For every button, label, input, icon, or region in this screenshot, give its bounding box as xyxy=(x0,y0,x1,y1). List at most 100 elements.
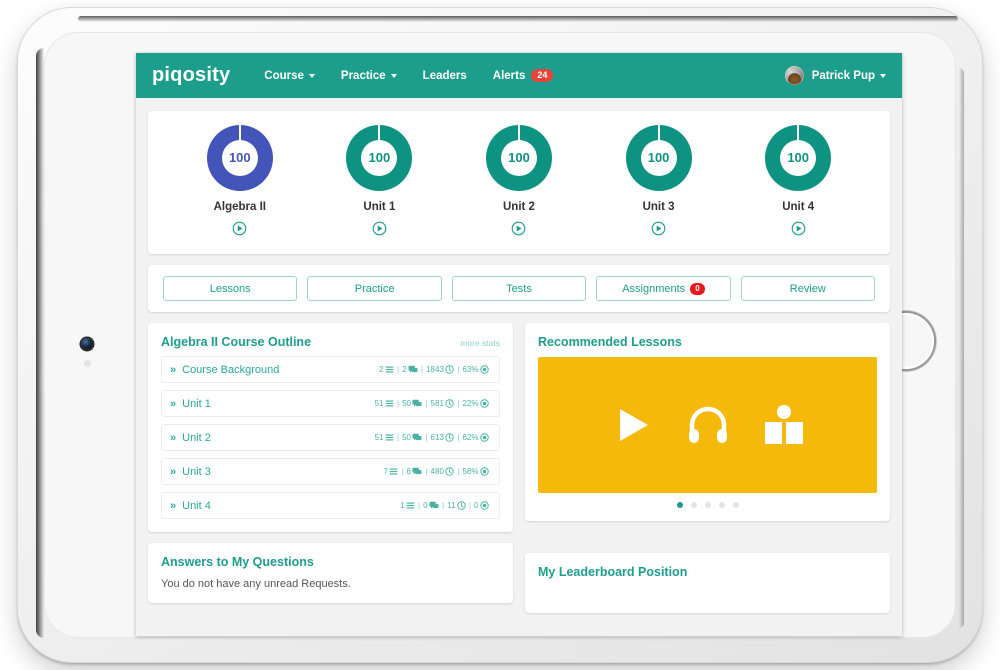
chevron-down-icon xyxy=(309,74,315,78)
bezel-highlight-right xyxy=(959,68,964,628)
carousel-dot[interactable] xyxy=(691,502,697,508)
donut-gap xyxy=(518,125,520,141)
progress-donut-2[interactable]: 100 Unit 2 xyxy=(467,125,571,241)
answers-to-my-questions-panel: Answers to My Questions You do not have … xyxy=(148,543,513,603)
progress-donut-3[interactable]: 100 Unit 3 xyxy=(607,125,711,241)
my-leaderboard-position-panel: My Leaderboard Position xyxy=(525,553,890,613)
outline-row[interactable]: »Unit 251|50|613|62% xyxy=(161,424,500,451)
chat-bubble-icon xyxy=(412,467,422,476)
outline-row-label: Unit 1 xyxy=(182,398,211,410)
nav-leaders[interactable]: Leaders xyxy=(423,70,467,82)
nav-alerts-label: Alerts xyxy=(493,70,526,82)
progress-donut-4[interactable]: 100 Unit 4 xyxy=(746,125,850,241)
chevron-double-right-icon: » xyxy=(170,364,175,376)
tab-review-label: Review xyxy=(790,283,826,295)
tab-practice[interactable]: Practice xyxy=(307,276,441,301)
donut-value: 100 xyxy=(641,140,677,176)
stat-questions-count: 50 xyxy=(402,399,411,408)
headphones-icon xyxy=(684,401,732,449)
outline-row-label: Unit 2 xyxy=(182,432,211,444)
donut-chart: 100 xyxy=(346,125,412,191)
bezel-highlight-top xyxy=(78,16,958,22)
stat-time-value: 480 xyxy=(431,467,444,476)
outline-row-left: »Unit 1 xyxy=(170,398,211,410)
outline-row-left: »Unit 2 xyxy=(170,432,211,444)
chevron-double-right-icon: » xyxy=(170,500,175,512)
user-menu[interactable]: Patrick Pup xyxy=(785,66,886,85)
donut-chart: 100 xyxy=(486,125,552,191)
stat-time-value: 11 xyxy=(447,501,455,510)
user-avatar-icon xyxy=(785,66,804,85)
stat-time-value: 613 xyxy=(431,433,444,442)
target-icon xyxy=(480,399,489,408)
outline-row[interactable]: »Unit 37|6|480|58% xyxy=(161,458,500,485)
stat-lessons-count: 51 xyxy=(375,399,384,408)
tab-lessons[interactable]: Lessons xyxy=(163,276,297,301)
carousel-dot[interactable] xyxy=(733,502,739,508)
play-circle-icon[interactable] xyxy=(791,221,806,236)
donut-label: Unit 4 xyxy=(746,201,850,213)
play-circle-icon[interactable] xyxy=(372,221,387,236)
stat-mastery-value: 58% xyxy=(462,467,478,476)
outline-row-stats: 2|2|1843|63% xyxy=(379,365,489,374)
alerts-count-badge: 24 xyxy=(531,69,553,82)
clock-icon xyxy=(445,433,454,442)
play-circle-icon[interactable] xyxy=(232,221,247,236)
nav-course[interactable]: Course xyxy=(264,70,315,82)
stat-mastery-value: 0 xyxy=(474,501,478,510)
donut-chart: 100 xyxy=(765,125,831,191)
section-tab-row: Lessons Practice Tests Assignments0 Review xyxy=(148,265,890,312)
stat-questions-count: 2 xyxy=(402,365,406,374)
tab-tests[interactable]: Tests xyxy=(452,276,586,301)
tab-review[interactable]: Review xyxy=(741,276,875,301)
carousel-dot[interactable] xyxy=(705,502,711,508)
progress-donut-panel: 100Algebra II100Unit 1100Unit 2100Unit 3… xyxy=(148,111,890,254)
nav-practice-label: Practice xyxy=(341,70,386,82)
progress-donut-0[interactable]: 100Algebra II xyxy=(188,125,292,241)
carousel-dot[interactable] xyxy=(677,502,683,508)
play-circle-icon[interactable] xyxy=(651,221,666,236)
donut-label: Unit 3 xyxy=(607,201,711,213)
outline-row[interactable]: »Unit 41|0|11|0 xyxy=(161,492,500,519)
right-column: Recommended Lessons xyxy=(525,323,890,532)
donut-chart: 100 xyxy=(207,125,273,191)
play-triangle-icon xyxy=(608,401,656,449)
nav-practice[interactable]: Practice xyxy=(341,70,397,82)
tab-assignments[interactable]: Assignments0 xyxy=(596,276,730,301)
target-icon xyxy=(480,365,489,374)
stat-questions-count: 0 xyxy=(423,501,427,510)
stat-lessons-count: 1 xyxy=(400,501,404,510)
stat-questions-count: 50 xyxy=(402,433,411,442)
stat-lessons-count: 51 xyxy=(375,433,384,442)
main-columns: Algebra II Course Outline more stats »Co… xyxy=(148,323,890,532)
outline-row[interactable]: »Unit 151|50|581|22% xyxy=(161,390,500,417)
leaderboard-column: My Leaderboard Position xyxy=(525,543,890,613)
nav-alerts[interactable]: Alerts 24 xyxy=(493,69,554,82)
list-icon xyxy=(389,467,398,476)
chat-bubble-icon xyxy=(412,399,422,408)
tablet-device-frame: piqosity Course Practice Leaders Alerts … xyxy=(18,8,982,662)
tab-tests-label: Tests xyxy=(506,283,532,295)
outline-row-stats: 1|0|11|0 xyxy=(400,501,489,510)
chat-bubble-icon xyxy=(429,501,439,510)
stat-questions-count: 6 xyxy=(407,467,411,476)
proximity-sensor-icon xyxy=(84,360,91,367)
brand-logo[interactable]: piqosity xyxy=(152,64,230,87)
outline-row-label: Course Background xyxy=(182,364,279,376)
progress-donut-1[interactable]: 100Unit 1 xyxy=(327,125,431,241)
tab-assignments-label: Assignments xyxy=(622,283,685,295)
outline-row[interactable]: » Course Background 2|2|1843|63% xyxy=(161,356,500,383)
answers-empty-text: You do not have any unread Requests. xyxy=(161,578,500,590)
stat-time-value: 581 xyxy=(431,399,444,408)
carousel-dot[interactable] xyxy=(719,502,725,508)
more-stats-link[interactable]: more stats xyxy=(460,338,500,348)
play-circle-icon[interactable] xyxy=(511,221,526,236)
stat-mastery-value: 62% xyxy=(462,433,478,442)
stat-mastery-value: 63% xyxy=(462,365,478,374)
recommended-lesson-card[interactable] xyxy=(538,357,877,493)
outline-row-left: » Course Background xyxy=(170,364,279,376)
clock-icon xyxy=(445,365,454,374)
donut-gap xyxy=(239,125,241,141)
person-reading-icon xyxy=(760,401,808,449)
donut-label: Unit 2 xyxy=(467,201,571,213)
